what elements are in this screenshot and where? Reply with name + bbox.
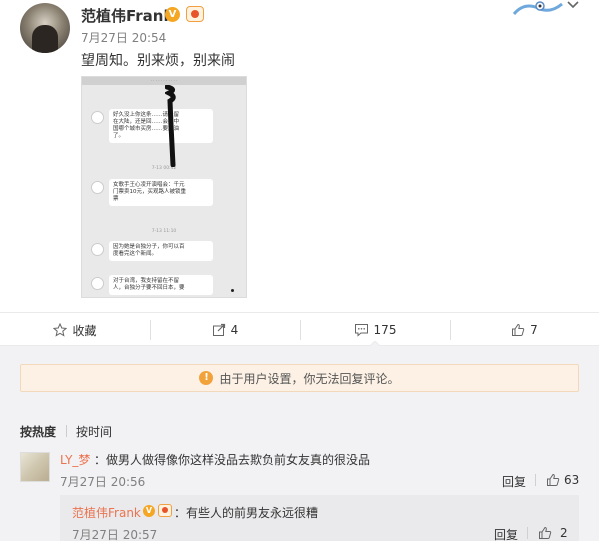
reply-like-button[interactable]: 2 [538,524,568,541]
weibo-post: 范植伟Frank V 7月27日 20:54 望周知。别来烦，别来闹 · · ·… [0,0,599,312]
commenter-username[interactable]: LY_梦 [60,451,90,468]
image-header-bar: · · · · · · · · · · · [82,77,246,85]
thumbs-up-icon [512,323,525,336]
message-bubble: 因为她是台独分子，你可以百 度看完这个新闻。 [109,241,213,261]
message-time: 7-13 11:10 [151,229,177,234]
post-avatar[interactable] [20,3,70,53]
divider [66,425,67,437]
repost-count: 4 [230,323,239,337]
favorite-button[interactable]: 收藏 [0,313,150,347]
message-time: 7-13 00:42 [151,166,177,171]
comment-icon [354,324,368,337]
comment-text: ：做男人做得像你这样没品去欺负前女友真的很没品 [94,453,371,467]
v-verified-icon: V [143,505,155,517]
commenter-avatar[interactable] [20,452,50,482]
like-button[interactable]: 7 [450,313,599,347]
reply-username[interactable]: 范植伟Frank [72,504,141,521]
reply-timestamp: 7月27日 20:57 [72,528,158,541]
reply-reply-button[interactable]: 回复 [494,526,518,541]
comment-timestamp: 7月27日 20:56 [60,475,146,489]
redaction-scribble [165,85,176,167]
sort-by-time-tab[interactable]: 按时间 [76,423,112,440]
sort-by-hot-tab[interactable]: 按热度 [20,423,56,440]
post-text: 望周知。别来烦，别来闹 [81,53,235,69]
post-username[interactable]: 范植伟Frank [81,5,173,26]
reply-restricted-notice: ! 由于用户设置，你无法回复评论。 [20,364,579,392]
image-dot [231,289,234,292]
favorite-label: 收藏 [72,323,97,338]
message-avatar [91,181,104,194]
notice-text: 由于用户设置，你无法回复评论。 [219,371,400,386]
reply-like-count: 2 [560,526,568,540]
message-bubble: 女歌手王心凌开演唱会：千元 门票卖10元，买观路人被锁重 票 [109,179,213,206]
message-bubble: 好久没上你这条……请来留 在大陆，还是回……会在中 国哪个城市买房……要加油 了… [109,109,213,143]
divider [535,474,536,486]
member-level-icon [158,504,172,517]
comment-like-button[interactable]: 63 [546,471,579,489]
warning-icon: ! [199,371,214,385]
post-action-bar: 收藏 4 175 7 [0,312,599,346]
comment-reply-button[interactable]: 回复 [502,473,526,490]
message-avatar [91,277,104,290]
comment-count: 175 [373,323,397,337]
chevron-down-icon[interactable] [566,0,580,10]
post-image[interactable]: · · · · · · · · · · · 好久没上你这条……请来留 在大陆，还… [81,76,247,298]
divider [527,527,528,539]
repost-icon [212,323,225,336]
message-bubble: 对于台湾，我支持留在不留 人，台独分子要不回日本，要 [109,275,213,295]
thumbs-up-icon [539,526,552,539]
reply-text: ：有些人的前男友永远很糟 [174,506,319,520]
decorative-card-icon [512,1,563,16]
comment-like-count: 63 [564,473,580,487]
star-icon [53,323,68,337]
repost-button[interactable]: 4 [150,313,300,347]
v-verified-icon: V [165,7,180,22]
message-avatar [91,111,104,124]
member-level-icon [186,6,204,22]
message-avatar [91,243,104,256]
like-count: 7 [530,323,538,337]
post-timestamp[interactable]: 7月27日 20:54 [81,29,166,46]
thumbs-up-icon [547,473,560,486]
